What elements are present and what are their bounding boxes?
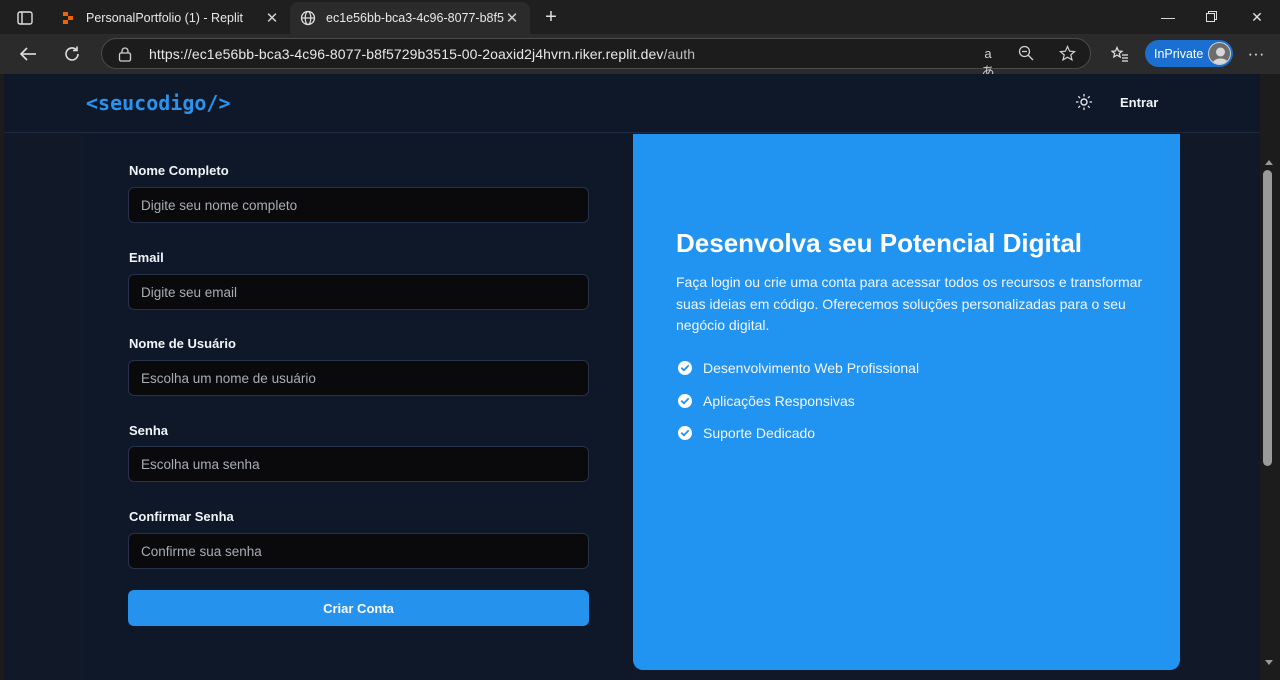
- minimize-icon[interactable]: —: [1153, 4, 1183, 30]
- scroll-up-icon[interactable]: [1265, 160, 1273, 165]
- browser-tab-bar: PersonalPortfolio (1) - Replit ✕ ec1e56b…: [0, 0, 1280, 34]
- close-tab-icon[interactable]: ✕: [264, 9, 280, 27]
- check-circle-icon: [678, 394, 692, 408]
- full-name-label: Nome Completo: [129, 163, 229, 178]
- username-label: Nome de Usuário: [129, 336, 236, 351]
- read-aloud-icon[interactable]: aあ: [978, 45, 998, 79]
- site-header: <seucodigo/> Entrar: [4, 74, 1260, 133]
- replit-icon: [60, 10, 76, 26]
- browser-tab-active[interactable]: ec1e56bb-bca3-4c96-8077-b8f57 ✕: [290, 2, 530, 34]
- close-window-icon[interactable]: ✕: [1242, 4, 1272, 30]
- tab-title: ec1e56bb-bca3-4c96-8077-b8f57: [326, 11, 504, 25]
- tab-title: PersonalPortfolio (1) - Replit: [86, 11, 244, 25]
- feature-item: Aplicações Responsivas: [678, 393, 855, 409]
- restore-icon[interactable]: [1196, 4, 1226, 30]
- password-label: Senha: [129, 423, 169, 438]
- promo-panel: Desenvolva seu Potencial Digital Faça lo…: [633, 134, 1180, 670]
- inprivate-button[interactable]: InPrivate: [1145, 40, 1233, 67]
- url-host: https://ec1e56bb-bca3-4c96-8077-b8f5729b…: [149, 46, 664, 62]
- favorites-icon[interactable]: [1105, 40, 1135, 68]
- email-label: Email: [129, 250, 164, 265]
- check-circle-icon: [678, 361, 692, 375]
- password-input[interactable]: [128, 446, 589, 482]
- feature-label: Aplicações Responsivas: [703, 393, 855, 409]
- refresh-icon[interactable]: [57, 40, 87, 68]
- promo-title: Desenvolva seu Potencial Digital: [676, 228, 1083, 258]
- theme-toggle-sun-icon[interactable]: [1074, 92, 1094, 112]
- profile-avatar-icon: [1208, 42, 1231, 65]
- lock-icon[interactable]: [118, 46, 132, 62]
- confirm-password-label: Confirmar Senha: [129, 509, 234, 524]
- favorite-star-icon[interactable]: [1057, 45, 1077, 63]
- page-scrollbar[interactable]: [1260, 74, 1280, 680]
- url-text: https://ec1e56bb-bca3-4c96-8077-b8f5729b…: [149, 46, 695, 62]
- create-account-button[interactable]: Criar Conta: [128, 590, 589, 626]
- url-path: /auth: [663, 46, 696, 62]
- zoom-icon[interactable]: [1016, 45, 1036, 63]
- scroll-down-icon[interactable]: [1265, 660, 1273, 665]
- more-options-icon[interactable]: ···: [1241, 40, 1271, 68]
- promo-description: Faça login ou crie uma conta para acessa…: [676, 274, 1143, 333]
- new-tab-button[interactable]: +: [540, 6, 562, 28]
- scrollbar-thumb[interactable]: [1263, 170, 1272, 466]
- close-tab-icon[interactable]: ✕: [504, 9, 520, 27]
- inprivate-label: InPrivate: [1154, 46, 1204, 61]
- feature-item: Desenvolvimento Web Profissional: [678, 360, 919, 376]
- confirm-password-input[interactable]: [128, 533, 589, 569]
- browser-tab-replit[interactable]: PersonalPortfolio (1) - Replit ✕: [50, 2, 290, 34]
- tab-actions-icon[interactable]: [10, 7, 40, 29]
- check-circle-icon: [678, 426, 692, 440]
- feature-label: Desenvolvimento Web Profissional: [703, 360, 920, 376]
- full-name-input[interactable]: [128, 187, 589, 223]
- back-icon[interactable]: [13, 40, 43, 68]
- page-viewport: <seucodigo/> Entrar Nome Completo Email …: [4, 74, 1260, 680]
- address-bar[interactable]: https://ec1e56bb-bca3-4c96-8077-b8f5729b…: [101, 38, 1091, 79]
- browser-toolbar: https://ec1e56bb-bca3-4c96-8077-b8f5729b…: [0, 34, 1280, 79]
- username-input[interactable]: [128, 360, 589, 396]
- feature-item: Suporte Dedicado: [678, 425, 815, 441]
- globe-icon: [300, 10, 316, 26]
- feature-label: Suporte Dedicado: [703, 425, 816, 441]
- site-logo[interactable]: <seucodigo/>: [86, 91, 231, 115]
- login-link[interactable]: Entrar: [1120, 95, 1158, 110]
- email-input[interactable]: [128, 274, 589, 310]
